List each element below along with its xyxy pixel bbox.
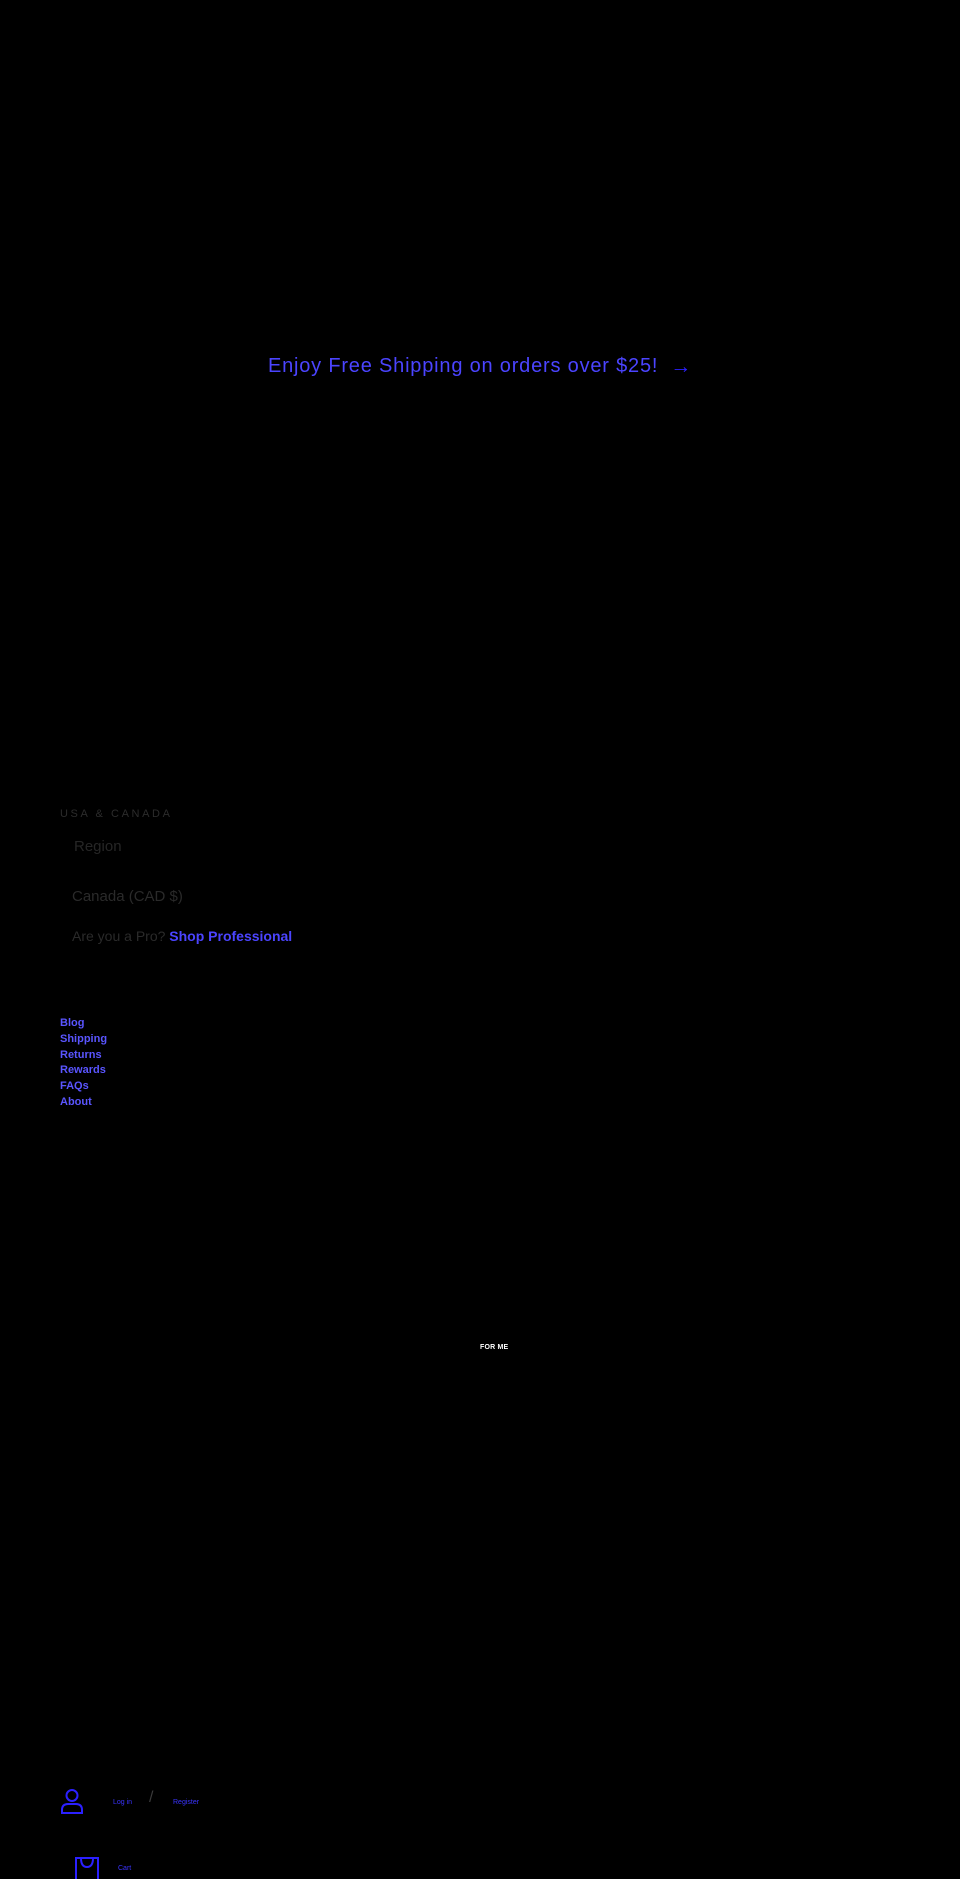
shopping-bag-icon[interactable] (74, 1855, 100, 1879)
footer-link-rewards[interactable]: Rewards (60, 1063, 107, 1079)
for-me-label[interactable]: FOR ME (480, 1344, 508, 1351)
cart-link[interactable]: Cart (118, 1865, 131, 1872)
pro-prompt: Are you a Pro? Shop Professional (72, 928, 292, 944)
footer-link-blog[interactable]: Blog (60, 1016, 107, 1032)
login-link[interactable]: Log in (113, 1799, 132, 1806)
arrow-right-icon: → (670, 355, 693, 378)
register-link[interactable]: Register (173, 1799, 199, 1806)
footer-link-shipping[interactable]: Shipping (60, 1032, 107, 1048)
footer-link-returns[interactable]: Returns (60, 1048, 107, 1064)
user-icon[interactable] (60, 1788, 84, 1814)
region-label: Region (74, 838, 122, 855)
announcement-text: Enjoy Free Shipping on orders over $25! (267, 355, 659, 377)
announcement-bar[interactable]: Enjoy Free Shipping on orders over $25! → (0, 355, 960, 379)
region-select[interactable]: Canada (CAD $) (72, 888, 183, 905)
shop-professional-link[interactable]: Shop Professional (169, 928, 292, 944)
footer-link-faqs[interactable]: FAQs (60, 1079, 107, 1095)
region-heading: USA & CANADA (60, 808, 173, 820)
account-separator: / (149, 1789, 154, 1806)
footer-links: Blog Shipping Returns Rewards FAQs About (60, 1016, 107, 1111)
footer-link-about[interactable]: About (60, 1095, 107, 1111)
pro-prompt-text: Are you a Pro? (72, 928, 166, 944)
